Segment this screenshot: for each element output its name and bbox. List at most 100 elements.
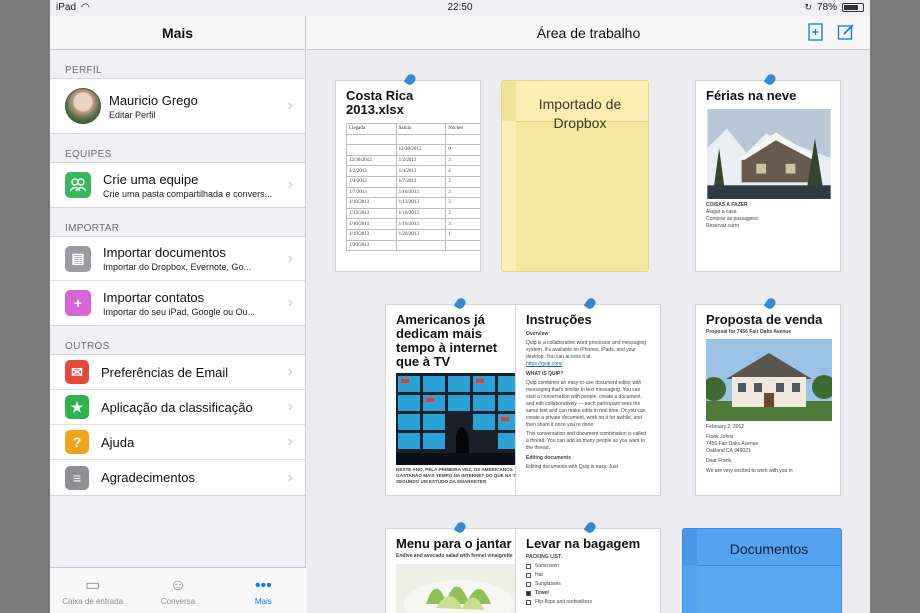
checkbox-icon[interactable]	[526, 582, 531, 587]
tab-more[interactable]: ••• Mais	[221, 568, 306, 613]
create-team-title: Crie uma equipe	[103, 171, 199, 187]
import-group: ▤ Importar documentos Importar do Dropbo…	[50, 236, 305, 326]
paragraph: Quip combines an easy-to-use document ed…	[526, 380, 646, 428]
doc-card-instrucoes[interactable]: Instruções Overview Quip is a collaborat…	[515, 304, 661, 496]
sheet-header: Llegada	[346, 123, 397, 135]
checked-checkbox-icon[interactable]	[526, 591, 531, 596]
sheet-cell: 1/2/2013	[346, 165, 397, 177]
sheet-cell: 1/7/2013	[346, 186, 397, 199]
checkbox-icon[interactable]	[526, 600, 531, 605]
tab-conversation[interactable]: ☺ Conversa	[135, 568, 220, 613]
checkbox-icon[interactable]	[526, 564, 531, 569]
tv-wall-photo	[396, 373, 522, 465]
profile-row[interactable]: Mauricio Grego Editar Perfil ›	[50, 79, 305, 133]
link[interactable]: https://quip.com/	[516, 361, 660, 368]
doc-card-bagagem[interactable]: Levar na bagagem PACKING LIST: Sunscreen…	[515, 528, 661, 613]
section-title-outros: OUTROS	[65, 341, 110, 352]
address-line: Frank Johns	[706, 434, 734, 440]
help-row[interactable]: ? Ajuda ›	[50, 425, 305, 460]
paragraph: Quip is a collaborative word processor a…	[526, 340, 647, 360]
create-team-subtitle: Crie uma pasta compartilhada e convers..…	[103, 188, 273, 199]
create-team-row[interactable]: Crie uma equipe Crie uma pasta compartil…	[50, 163, 305, 207]
sheet-cell: 1/16/2013	[346, 218, 397, 230]
sheet-cell: 1	[445, 228, 480, 241]
doc-card-proposta[interactable]: Proposta de venda Proposal for 7456 Fair…	[695, 304, 841, 496]
import-contacts-subtitle: Importar do seu iPad, Google ou Ou...	[103, 306, 256, 317]
ipad-screen: iPad ◠ 22:50 ↻ 78% Mais PERFIL Mauricio …	[50, 0, 870, 613]
folder-front	[516, 121, 648, 271]
todo-item: Reservar carro	[706, 223, 740, 229]
doc-card-menu[interactable]: Menu para o jantar Endive and avocado sa…	[385, 528, 531, 613]
checkbox-icon[interactable]	[526, 573, 531, 578]
section-heading: Editing documents	[526, 455, 571, 461]
chevron-right-icon: ›	[287, 433, 293, 450]
import-documents-title: Importar documentos	[103, 245, 226, 260]
new-folder-icon	[808, 23, 823, 41]
rate-app-row[interactable]: ★ Aplicação da classificação ›	[50, 390, 305, 425]
sheet-cell: 1/7/2013	[395, 175, 447, 188]
doc-card-americanos[interactable]: Americanos já dedicam mais tempo à inter…	[385, 304, 531, 496]
sheet-cell: 1/20/2013	[346, 239, 397, 252]
rate-app-label: Aplicação da classificação	[101, 399, 253, 415]
salad-photo	[396, 564, 522, 613]
new-folder-button[interactable]	[806, 23, 826, 43]
doc-card-costa-rica[interactable]: Costa Rica 2013.xlsx Llegada Salida Noch…	[335, 80, 481, 272]
folder-dropbox[interactable]: Importado de Dropbox	[501, 80, 649, 272]
team-group: Crie uma equipe Crie uma pasta compartil…	[50, 162, 305, 208]
inbox-icon: ▭	[85, 577, 101, 594]
compose-icon	[837, 24, 854, 40]
sheet-cell: 1/4/2013	[346, 175, 397, 188]
checklist-item[interactable]: Sunscreen	[516, 563, 660, 570]
spreadsheet-preview: Llegada Salida Noches 12/30/2012 0 12/30/…	[346, 123, 480, 252]
sheet-cell: 1/13/2013	[395, 197, 447, 209]
import-documents-subtitle: Importar do Dropbox, Evernote, Go...	[103, 262, 252, 272]
chevron-right-icon: ›	[287, 249, 293, 267]
sheet-cell: 1/10/2013	[395, 186, 447, 199]
section-heading: Overview	[526, 331, 549, 337]
desktop-area: Área de trabalho Costa Rica 2013.xlsx Ll…	[307, 16, 870, 613]
sheet-cell: 12/30/2012	[346, 154, 397, 167]
todo-item: Comprar as passagens	[706, 216, 758, 222]
checklist-item[interactable]: Sunglasses	[516, 581, 660, 588]
chevron-right-icon: ›	[287, 97, 293, 114]
doc-card-ferias[interactable]: Férias na neve COISAS A FAZER Alugar a c…	[695, 80, 841, 272]
section-title-perfil: PERFIL	[65, 65, 102, 76]
checklist-item[interactable]: Hat	[516, 572, 660, 579]
checklist-item-label: Flip-flops and reefwalkers	[535, 599, 592, 605]
sidebar: Mais PERFIL Mauricio Grego Editar Perfil…	[50, 16, 306, 613]
tab-inbox[interactable]: ▭ Caixa de entrada	[50, 568, 135, 613]
star-icon: ★	[65, 395, 89, 419]
sheet-cell	[395, 239, 447, 252]
checklist-item[interactable]: Flip-flops and reefwalkers	[516, 599, 660, 606]
chevron-right-icon: ›	[287, 398, 293, 415]
checklist-item-label: Towel	[535, 590, 549, 596]
email-preferences-row[interactable]: ✉ Preferências de Email ›	[50, 355, 305, 390]
doc-title: Americanos já dedicam mais tempo à inter…	[396, 312, 498, 369]
desktop-title: Área de trabalho	[536, 25, 641, 41]
checklist-item[interactable]: Towel	[516, 590, 660, 597]
folder-title: Documentos	[729, 541, 809, 557]
folder-documentos[interactable]: Documentos	[682, 528, 842, 613]
more-icon: •••	[254, 577, 272, 594]
avatar	[65, 88, 101, 124]
others-group: ✉ Preferências de Email › ★ Aplicação da…	[50, 354, 305, 496]
import-documents-row[interactable]: ▤ Importar documentos Importar do Dropbo…	[50, 237, 305, 281]
sheet-cell: 12/30/2012	[395, 144, 447, 156]
article-caption: NESTE ANO, PELA PRIMEIRA VEZ, OS AMERICA…	[396, 467, 520, 484]
lock-rotation-icon: ↻	[804, 2, 812, 12]
compose-button[interactable]	[836, 23, 856, 43]
tab-conversation-label: Conversa	[160, 597, 196, 606]
section-heading: WHAT IS QUIP?	[526, 371, 564, 377]
profile-name: Mauricio Grego	[109, 92, 198, 108]
status-bar: iPad ◠ 22:50 ↻ 78%	[50, 0, 870, 16]
battery-percent: 78%	[816, 2, 837, 13]
import-contacts-row[interactable]: + Importar contatos Importar do seu iPad…	[50, 281, 305, 325]
add-contact-icon: +	[65, 290, 91, 316]
acknowledgements-row[interactable]: ≡ Agradecimentos ›	[50, 460, 305, 495]
chevron-right-icon: ›	[287, 176, 293, 193]
tab-inbox-label: Caixa de entrada	[62, 597, 124, 606]
list-heading: PACKING LIST:	[526, 554, 563, 560]
paragraph: Editing documents with Quip is easy. Jus…	[526, 464, 618, 470]
packing-list: Sunscreen Hat Sunglasses Towel Flip-flops an…	[516, 563, 660, 606]
checklist-item-label: Sunglasses	[535, 581, 561, 587]
